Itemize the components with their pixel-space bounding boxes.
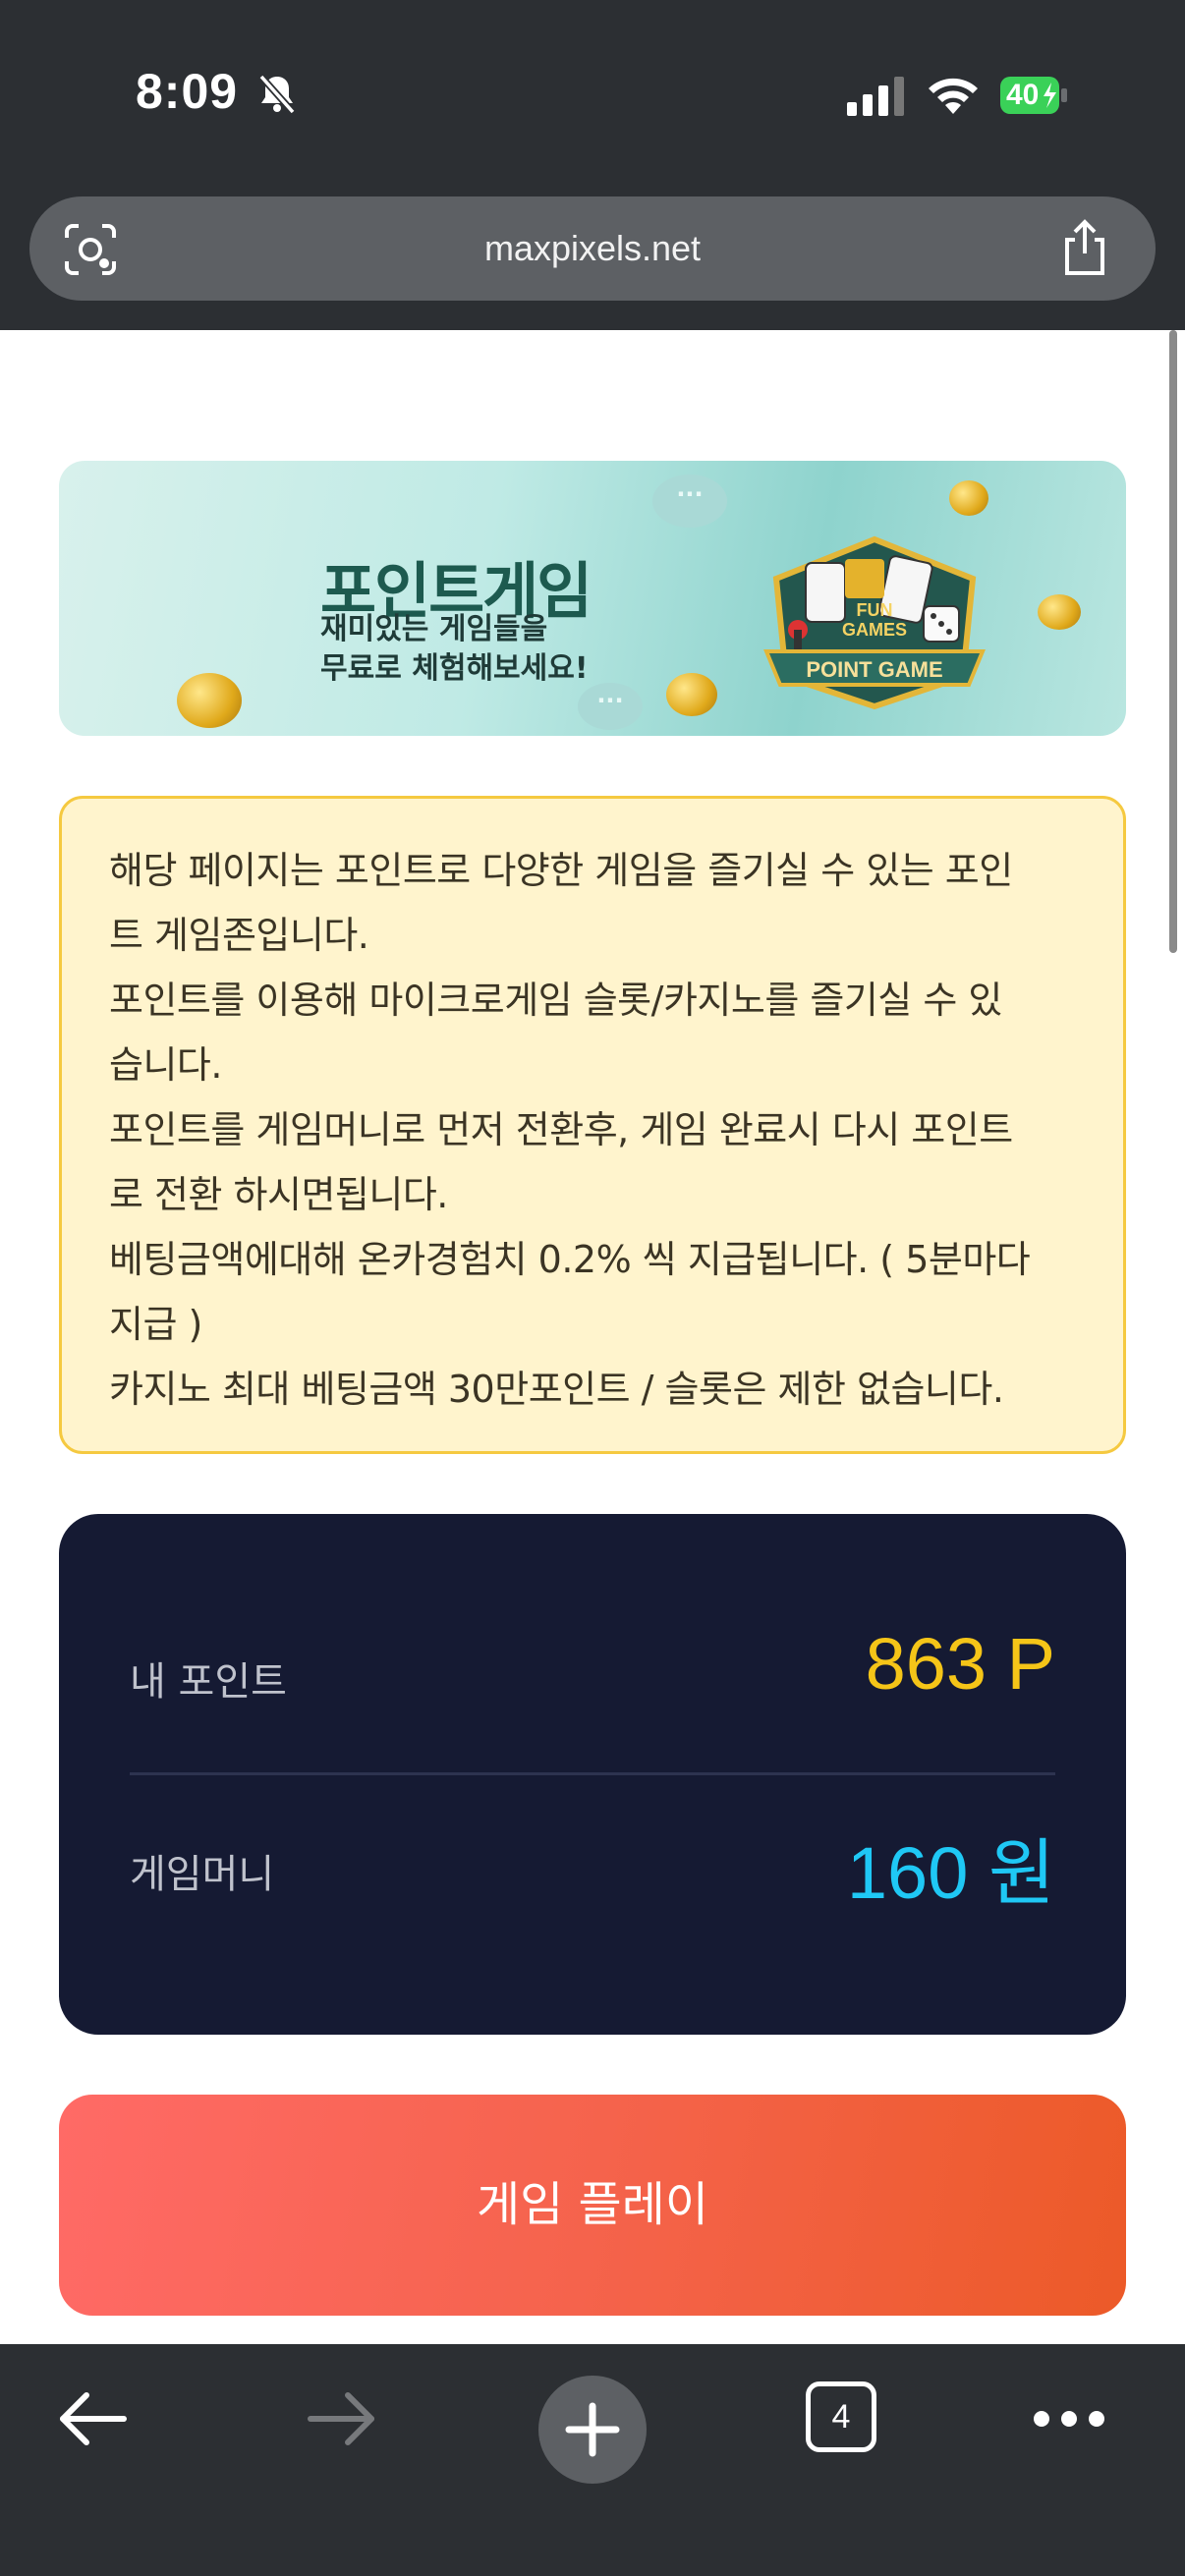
signal-icon <box>847 77 904 116</box>
coin-icon <box>949 480 988 516</box>
lens-icon[interactable] <box>63 222 118 277</box>
game-money-label: 게임머니 <box>130 1852 275 1897</box>
chat-bubble-icon: ··· <box>578 683 643 730</box>
info-line: 해당 페이지는 포인트로 다양한 게임을 즐기실 수 있는 포인 <box>109 849 1013 892</box>
emblem-fun-text: FUN <box>857 600 893 620</box>
banner-subtitle-line: 재미있는 게임들을 <box>320 612 548 646</box>
coin-icon <box>1038 594 1081 630</box>
my-points-label: 내 포인트 <box>130 1659 287 1705</box>
coin-icon <box>177 673 242 728</box>
game-play-button[interactable]: 게임 플레이 <box>59 2095 1126 2316</box>
bell-slash-icon <box>258 74 296 115</box>
info-line: 트 게임존입니다. <box>109 914 369 957</box>
emblem-games-text: GAMES <box>842 620 907 640</box>
my-points-value: 863 P <box>865 1623 1055 1705</box>
address-bar[interactable]: maxpixels.net <box>29 196 1156 301</box>
emblem-ribbon-text: POINT GAME <box>806 657 942 682</box>
point-game-banner: 포인트게임 재미있는 게임들을 무료로 체험해보세요! ··· ··· FUN … <box>59 461 1126 736</box>
info-line: 베팅금액에대해 온카경험치 0.2% 씩 지급됩니다. ( 5분마다 <box>109 1238 1031 1281</box>
game-emblem-icon: FUN GAMES POINT GAME <box>763 535 986 710</box>
url-text[interactable]: maxpixels.net <box>29 196 1156 301</box>
game-money-value: 160 원 <box>846 1832 1055 1914</box>
banner-subtitle-line: 무료로 체험해보세요! <box>320 651 589 686</box>
chat-bubble-icon: ··· <box>652 475 727 528</box>
banner-subtitle: 재미있는 게임들을 무료로 체험해보세요! <box>320 610 615 689</box>
plus-icon <box>565 2402 620 2457</box>
info-line: 포인트를 게임머니로 먼저 전환후, 게임 완료시 다시 포인트 <box>109 1108 1013 1151</box>
info-line: 로 전환 하시면됩니다. <box>109 1173 448 1216</box>
back-arrow-icon[interactable] <box>57 2389 128 2448</box>
more-icon[interactable] <box>1032 2409 1106 2429</box>
points-card: 내 포인트 863 P 게임머니 160 원 <box>59 1514 1126 2035</box>
info-line: 카지노 최대 베팅금액 30만포인트 / 슬롯은 제한 없습니다. <box>109 1368 1004 1411</box>
status-bar: 8:09 40 <box>0 0 1185 187</box>
info-notice-box: 해당 페이지는 포인트로 다양한 게임을 즐기실 수 있는 포인 트 게임존입니… <box>59 796 1126 1454</box>
share-icon[interactable] <box>1057 218 1112 277</box>
info-line: 포인트를 이용해 마이크로게임 슬롯/카지노를 즐기실 수 있 <box>109 979 1002 1022</box>
coin-icon <box>666 673 717 716</box>
scrollbar[interactable] <box>1169 330 1177 953</box>
new-tab-button[interactable] <box>538 2376 647 2484</box>
tabs-icon[interactable]: 4 <box>806 2381 876 2452</box>
battery-level: 40 <box>1000 77 1059 114</box>
info-line: 지급 ) <box>109 1303 202 1346</box>
info-line: 습니다. <box>109 1043 222 1087</box>
status-time: 8:09 <box>136 64 239 119</box>
divider <box>130 1772 1055 1775</box>
browser-bottom-bar: 4 <box>0 2344 1185 2576</box>
forward-arrow-icon[interactable] <box>307 2389 377 2448</box>
wifi-icon <box>929 78 978 114</box>
